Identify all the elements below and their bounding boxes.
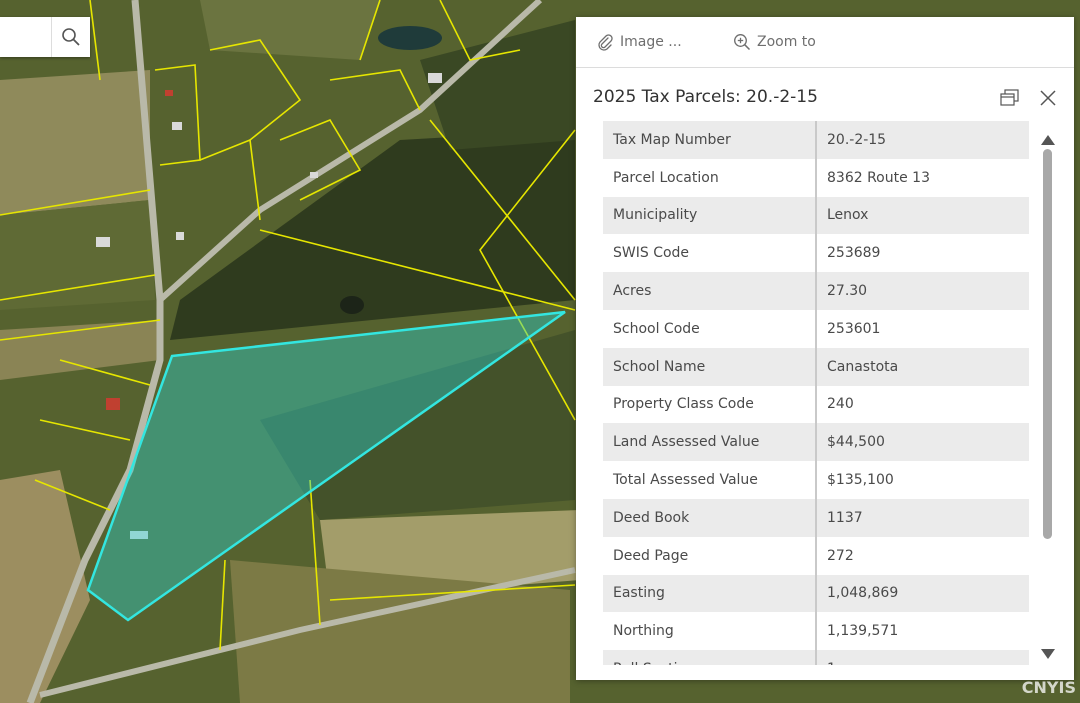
attribute-row: Deed Page 272 — [603, 536, 1029, 575]
close-button[interactable] — [1036, 86, 1060, 110]
attribute-row: Parcel Location 8362 Route 13 — [603, 158, 1029, 197]
attribute-key: SWIS Code — [603, 234, 817, 273]
attribute-value: 253601 — [816, 309, 1029, 348]
popup-actions-bar: Image ... Zoom to — [576, 17, 1074, 68]
zoom-to-label: Zoom to — [757, 34, 816, 50]
scroll-down-button[interactable] — [1041, 644, 1055, 663]
attribute-key: Northing — [603, 612, 817, 651]
attribute-value: $44,500 — [816, 423, 1029, 462]
close-icon — [1040, 90, 1056, 106]
attribute-value: 1,139,571 — [816, 612, 1029, 651]
attribute-key: Municipality — [603, 196, 817, 235]
attribute-key: Roll Section — [603, 650, 817, 665]
image-action-label: Image ... — [620, 34, 682, 50]
attribute-value: 1 — [816, 650, 1029, 665]
attribute-key: Deed Page — [603, 536, 817, 575]
zoom-to-button[interactable]: Zoom to — [733, 17, 816, 67]
scrollbar-thumb[interactable] — [1043, 149, 1052, 539]
attribute-row: Property Class Code 240 — [603, 385, 1029, 424]
attribute-value: $135,100 — [816, 461, 1029, 499]
attribute-key: Deed Book — [603, 498, 817, 537]
search-input[interactable] — [0, 17, 50, 57]
attribute-key: Tax Map Number — [603, 121, 817, 159]
attribute-row: Easting 1,048,869 — [603, 574, 1029, 613]
attribute-key: Total Assessed Value — [603, 461, 817, 499]
attribute-key: Easting — [603, 574, 817, 613]
attribute-row: Municipality Lenox — [603, 196, 1029, 235]
attribute-row: Total Assessed Value $135,100 — [603, 461, 1029, 499]
attribute-value: Canastota — [816, 347, 1029, 386]
attribute-value: 27.30 — [816, 272, 1029, 310]
attribute-key: School Code — [603, 309, 817, 348]
dock-button[interactable] — [998, 86, 1022, 110]
attribute-value: 253689 — [816, 234, 1029, 273]
popup-header: 2025 Tax Parcels: 20.-2-15 — [593, 86, 1057, 110]
attribute-key: Land Assessed Value — [603, 423, 817, 462]
attribute-value: 1,048,869 — [816, 574, 1029, 613]
image-action-button[interactable]: Image ... — [596, 17, 682, 67]
attribute-key: Acres — [603, 272, 817, 310]
attribute-row: School Name Canastota — [603, 347, 1029, 386]
attribute-row: SWIS Code 253689 — [603, 234, 1029, 273]
zoom-in-icon — [734, 34, 751, 51]
watermark: CNYIS — [1021, 678, 1076, 697]
attribute-key: School Name — [603, 347, 817, 386]
attribute-table: Tax Map Number 20.-2-15 Parcel Location 836… — [603, 121, 1029, 665]
attribute-value: 240 — [816, 385, 1029, 424]
attribute-value: 20.-2-15 — [816, 121, 1029, 159]
search-widget — [0, 17, 90, 57]
attribute-row: Roll Section1 — [603, 650, 1029, 665]
attribute-row: Tax Map Number 20.-2-15 — [603, 121, 1029, 159]
attribute-key: Property Class Code — [603, 385, 817, 424]
attribute-table-viewport[interactable]: Tax Map Number 20.-2-15 Parcel Location 836… — [603, 121, 1029, 665]
dock-icon — [1000, 89, 1019, 106]
attribute-row: Land Assessed Value $44,500 — [603, 423, 1029, 462]
triangle-up-icon — [1041, 135, 1055, 145]
feature-popup: Image ... Zoom to 2025 Tax Parcels: 20.-… — [576, 17, 1074, 680]
attribute-row: Acres 27.30 — [603, 272, 1029, 310]
attribute-value: 8362 Route 13 — [816, 158, 1029, 197]
search-button[interactable] — [51, 17, 90, 57]
attribute-key: Parcel Location — [603, 158, 817, 197]
attribute-value: Lenox — [816, 196, 1029, 235]
attribute-row: School Code 253601 — [603, 309, 1029, 348]
attribute-value: 272 — [816, 536, 1029, 575]
search-icon — [62, 28, 80, 46]
attribute-row: Northing 1,139,571 — [603, 612, 1029, 651]
triangle-down-icon — [1041, 649, 1055, 659]
scroll-up-button[interactable] — [1041, 130, 1055, 149]
attribute-row: Deed Book 1137 — [603, 498, 1029, 537]
attribute-value: 1137 — [816, 498, 1029, 537]
popup-title: 2025 Tax Parcels: 20.-2-15 — [593, 87, 818, 107]
paperclip-icon — [598, 34, 613, 51]
